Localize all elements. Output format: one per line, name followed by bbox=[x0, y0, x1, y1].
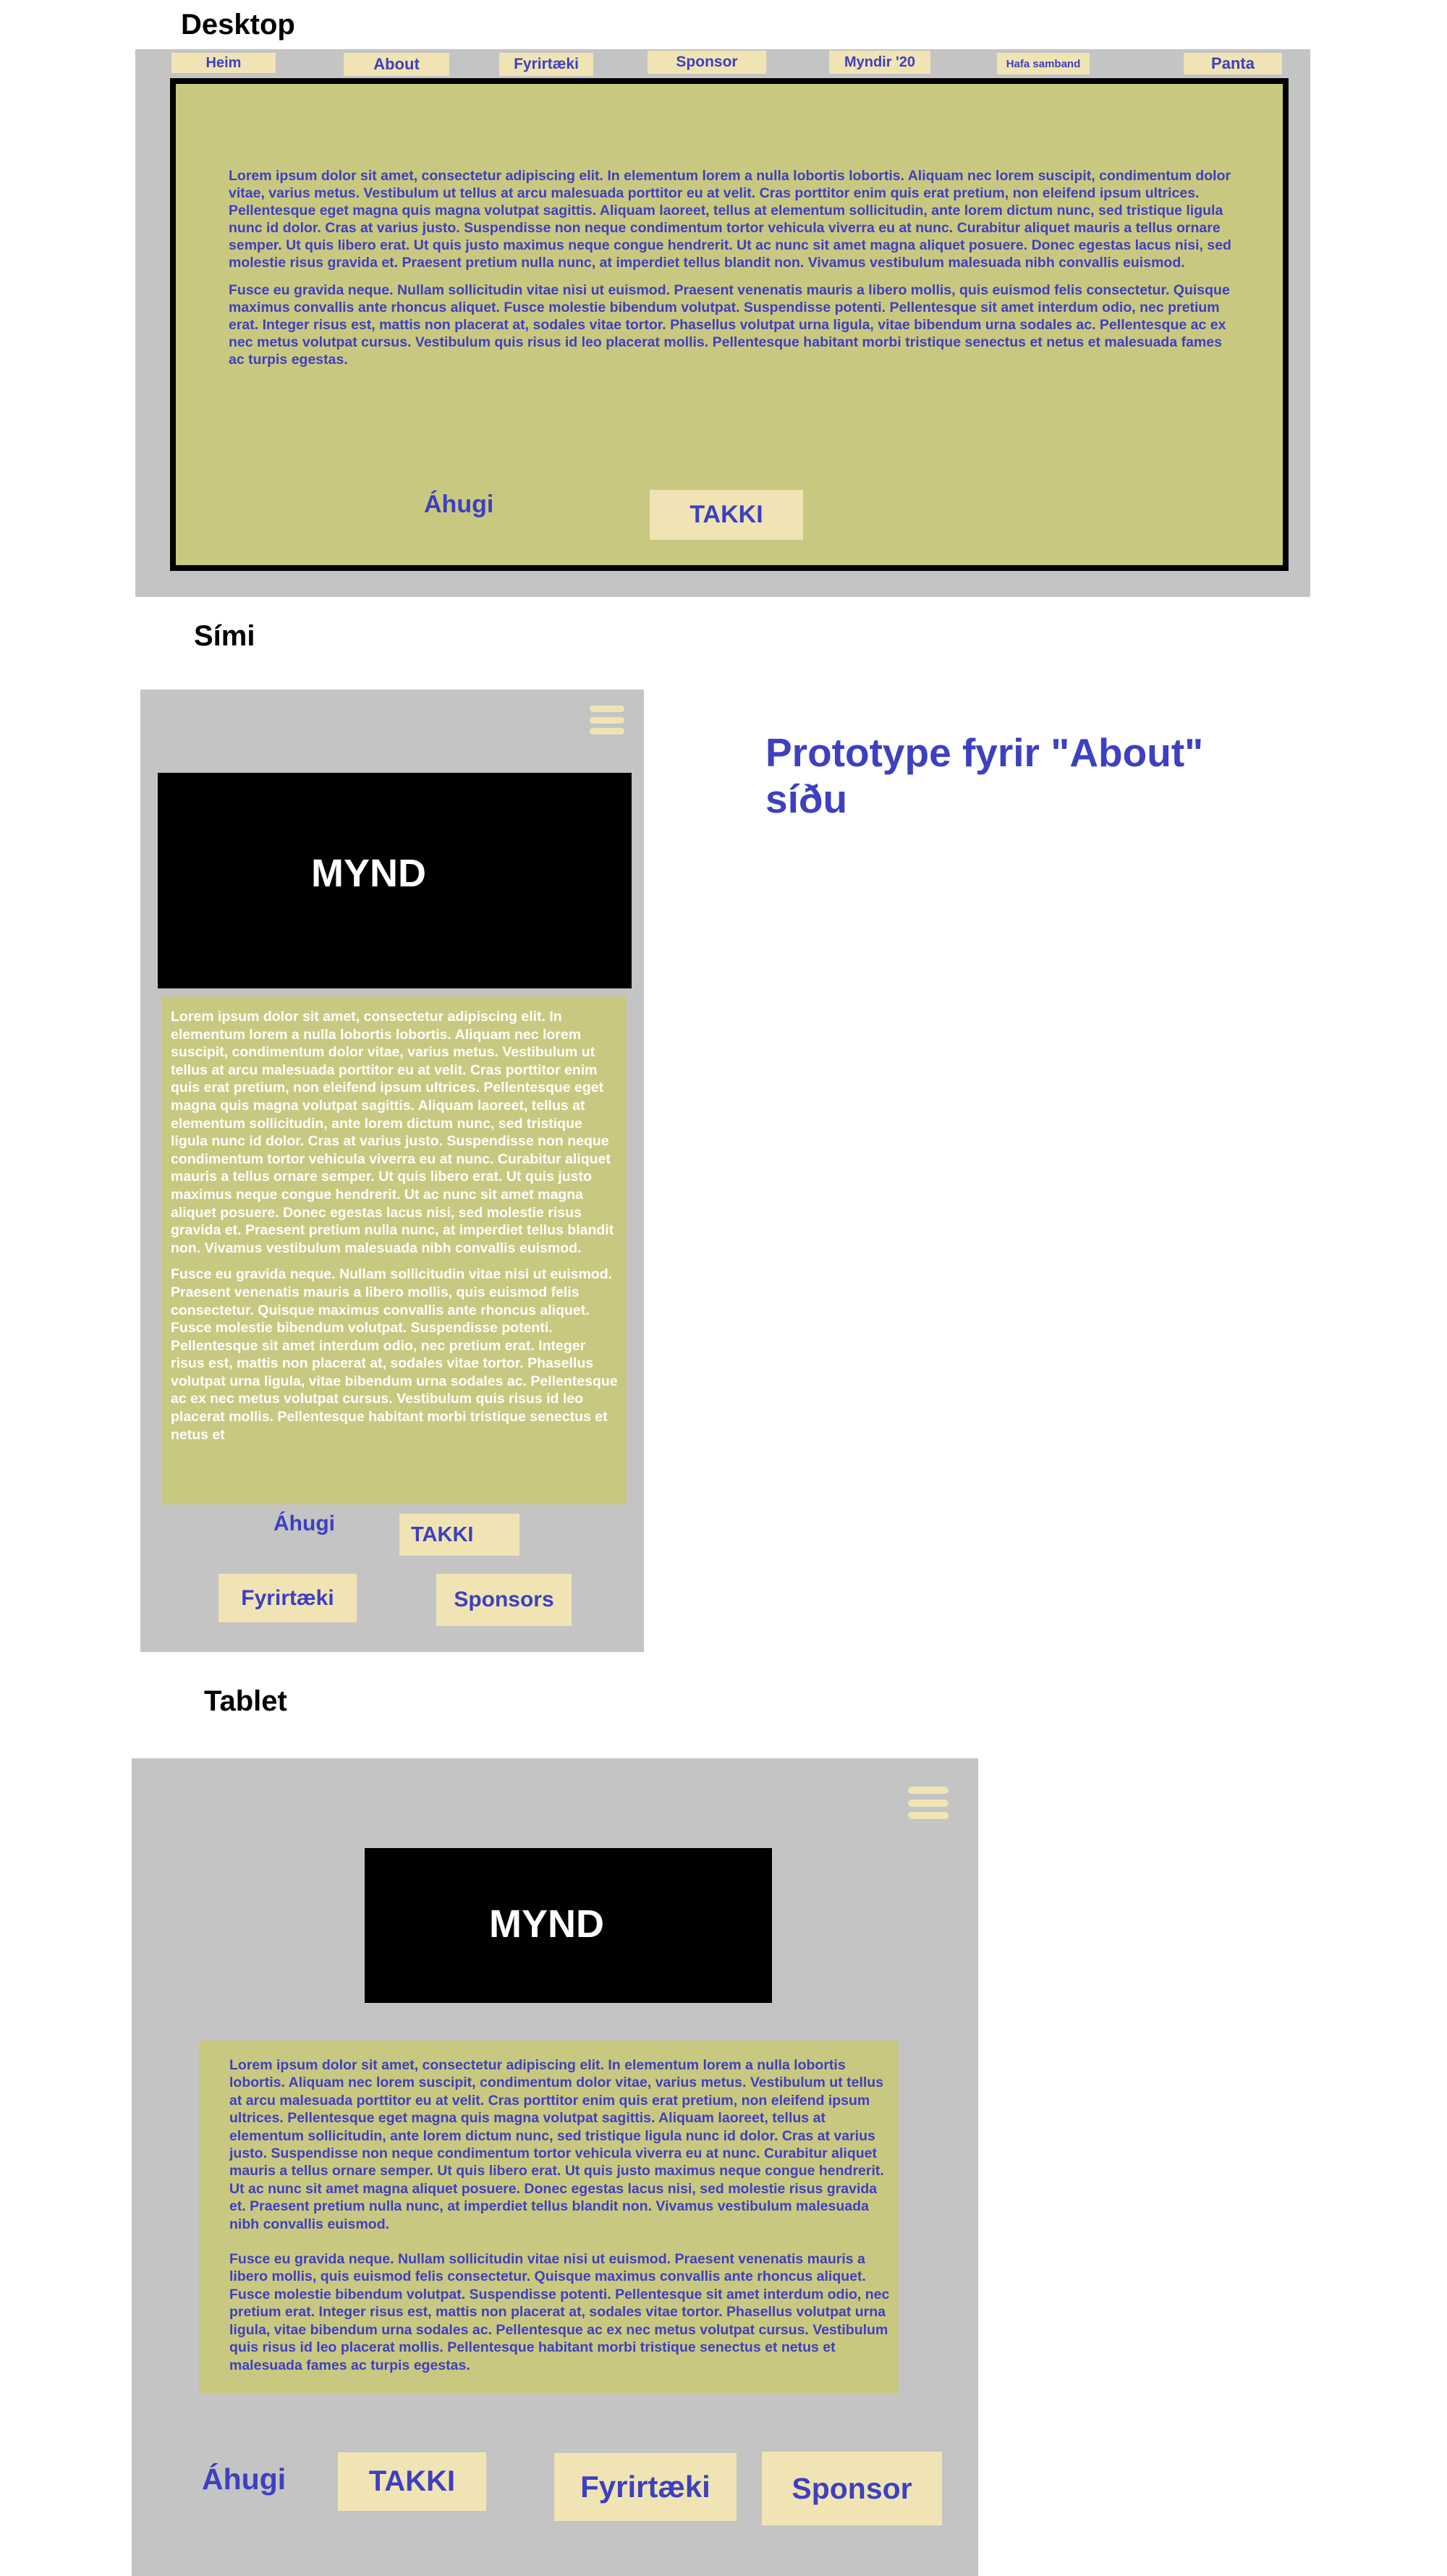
phone-thanks-button[interactable]: TAKKI bbox=[399, 1514, 519, 1556]
tablet-label: Tablet bbox=[204, 1685, 287, 1717]
desktop-label: Desktop bbox=[181, 9, 295, 41]
phone-paragraph-1: Lorem ipsum dolor sit amet, consectetur … bbox=[171, 1009, 614, 1256]
phone-text: Lorem ipsum dolor sit amet, consectetur … bbox=[171, 1008, 623, 1444]
phone-image-label: MYND bbox=[311, 852, 426, 895]
desktop-paragraph-2: Fusce eu gravida neque. Nullam sollicitu… bbox=[229, 282, 1230, 368]
nav-fyrirtaeki[interactable]: Fyrirtæki bbox=[499, 53, 593, 76]
phone-content-box: Lorem ipsum dolor sit amet, consectetur … bbox=[162, 996, 627, 1504]
tablet-text: Lorem ipsum dolor sit amet, consectetur … bbox=[229, 2056, 895, 2374]
tablet-paragraph-2: Fusce eu gravida neque. Nullam sollicitu… bbox=[229, 2251, 890, 2373]
phone-hamburger-menu-icon[interactable] bbox=[590, 706, 624, 734]
tablet-content-box: Lorem ipsum dolor sit amet, consectetur … bbox=[199, 2041, 899, 2394]
tablet-paragraph-1: Lorem ipsum dolor sit amet, consectetur … bbox=[229, 2057, 884, 2232]
tablet-image-placeholder: MYND bbox=[365, 1848, 772, 2003]
phone-companies-button[interactable]: Fyrirtæki bbox=[218, 1574, 357, 1622]
desktop-paragraph-1: Lorem ipsum dolor sit amet, consectetur … bbox=[229, 168, 1231, 271]
phone-interest-link[interactable]: Áhugi bbox=[273, 1512, 335, 1536]
prototype-title: Prototype fyrir "About" síðu bbox=[765, 730, 1204, 821]
tablet-interest-link[interactable]: Áhugi bbox=[202, 2462, 286, 2496]
nav-heim[interactable]: Heim bbox=[171, 53, 276, 73]
desktop-thanks-button[interactable]: TAKKI bbox=[650, 490, 803, 540]
tablet-thanks-button[interactable]: TAKKI bbox=[338, 2452, 486, 2511]
nav-hafa-samband[interactable]: Hafa samband bbox=[997, 53, 1090, 75]
nav-about[interactable]: About bbox=[344, 53, 449, 76]
nav-myndir[interactable]: Myndir '20 bbox=[829, 51, 930, 74]
tablet-companies-button[interactable]: Fyrirtæki bbox=[554, 2453, 737, 2521]
phone-image-placeholder: MYND bbox=[158, 773, 632, 988]
phone-sponsors-button[interactable]: Sponsors bbox=[436, 1574, 572, 1626]
phone-paragraph-2: Fusce eu gravida neque. Nullam sollicitu… bbox=[171, 1266, 618, 1443]
tablet-image-label: MYND bbox=[489, 1902, 604, 1946]
tablet-hamburger-menu-icon[interactable] bbox=[908, 1787, 949, 1819]
desktop-interest-link[interactable]: Áhugi bbox=[424, 491, 493, 519]
nav-panta[interactable]: Panta bbox=[1184, 53, 1282, 75]
phone-label: Sími bbox=[194, 620, 255, 652]
desktop-text: Lorem ipsum dolor sit amet, consectetur … bbox=[229, 167, 1238, 368]
tablet-sponsor-button[interactable]: Sponsor bbox=[762, 2452, 942, 2525]
nav-sponsor[interactable]: Sponsor bbox=[648, 51, 766, 74]
